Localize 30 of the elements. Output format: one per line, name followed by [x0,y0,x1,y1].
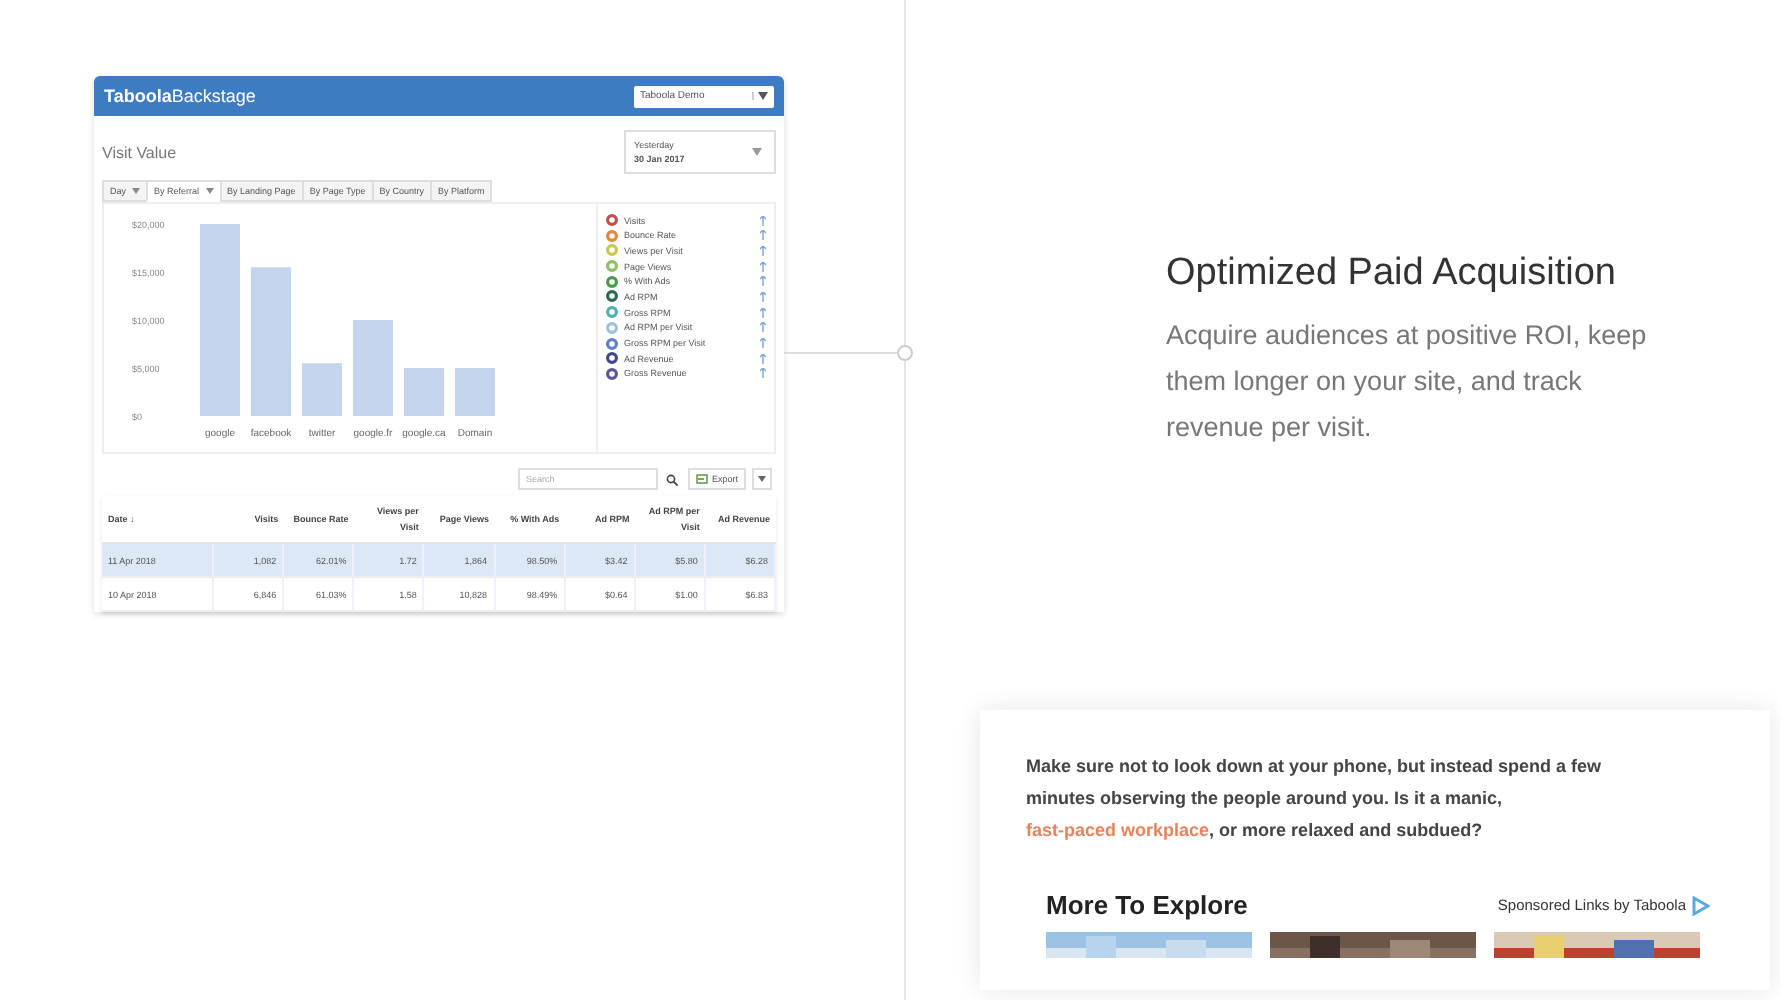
metric-dot[interactable] [606,306,618,319]
search-button[interactable] [663,470,682,488]
bar [353,320,393,416]
section-heading: More To Explore [1046,890,1250,920]
search-icon [666,473,679,485]
metric-dot[interactable] [606,275,618,288]
metric-dot[interactable] [606,352,618,365]
metric-dot[interactable] [606,229,618,242]
metric-dot[interactable] [606,337,618,349]
caret-icon [758,476,766,482]
play-icon [1692,895,1710,915]
page-title: Visit Value [102,143,177,161]
feature-description: Acquire audiences at positive ROI, keep them longer on your site, and track revenue per visit. [1166,318,1649,446]
metric-dot[interactable] [606,260,618,273]
connector-node [896,344,914,362]
metric-dot[interactable] [606,244,618,257]
article-text: Make sure not to look down at your phone, but instead spend a few minutes observing the people around you. Is it a manic, fast-paced workplace, or more relaxed and subdued? [1026,754,1604,844]
logo: TaboolaBackstage [104,86,256,106]
metric-dot[interactable] [606,367,618,380]
metric-dot[interactable] [606,290,618,303]
metric-dot[interactable] [606,214,618,226]
caret-icon [752,148,762,156]
export-icon [695,474,708,484]
bar [404,368,444,416]
export-menu-button[interactable] [752,468,772,490]
metric-dot[interactable] [606,321,618,334]
caret-icon [752,92,768,100]
bar [455,368,495,416]
bar [302,363,342,416]
feature-heading: Optimized Paid Acquisition [1166,252,1618,296]
